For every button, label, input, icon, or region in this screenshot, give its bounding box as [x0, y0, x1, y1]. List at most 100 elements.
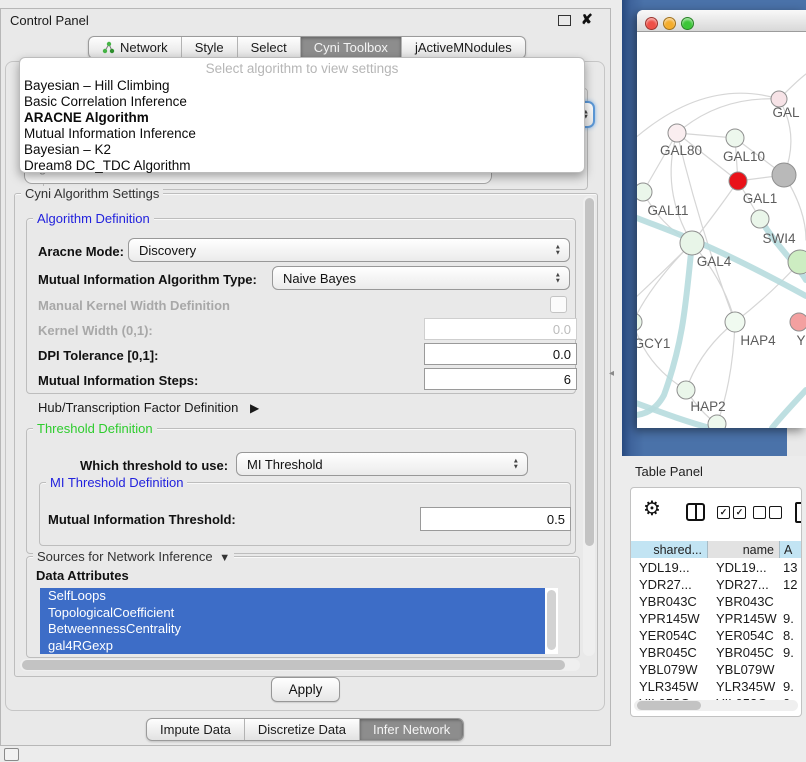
attribute-item[interactable]: TopologicalCoefficient — [40, 605, 545, 622]
apply-button[interactable]: Apply — [271, 677, 340, 702]
algorithm-option[interactable]: Dream8 DC_TDC Algorithm — [20, 158, 584, 174]
tab-infer-network[interactable]: Infer Network — [359, 719, 463, 740]
panel-grip-icon[interactable] — [4, 748, 19, 761]
attribute-item[interactable]: gal4RGexp — [40, 638, 545, 655]
network-node[interactable] — [788, 250, 806, 274]
table-cell: YDL19... — [708, 559, 780, 576]
table-row[interactable]: YER054CYER054C8. — [631, 627, 802, 644]
unchecked-box-icon[interactable] — [769, 506, 782, 519]
tab-select[interactable]: Select — [237, 37, 300, 58]
minimize-traffic-light-icon[interactable] — [663, 17, 676, 30]
network-node-gal1[interactable] — [729, 172, 747, 190]
table-row[interactable]: YPR145WYPR145W9. — [631, 610, 802, 627]
algorithm-option[interactable]: ARACNE Algorithm — [20, 110, 584, 126]
network-node-gal4[interactable] — [680, 231, 704, 255]
checked-box-icon[interactable]: ✓ — [733, 506, 746, 519]
tab-label: Cyni Toolbox — [314, 40, 388, 55]
network-node-gcy1[interactable] — [637, 313, 642, 331]
network-node-gal11[interactable] — [637, 183, 652, 201]
settings-vscrollbar-thumb[interactable] — [585, 198, 594, 546]
algorithm-dropdown: Select algorithm to view settings Bayesi… — [19, 57, 585, 173]
algorithm-option[interactable]: Basic Correlation Inference — [20, 94, 584, 110]
desktop-right-gap — [787, 428, 806, 456]
network-edge-thick — [772, 390, 806, 428]
zoom-traffic-light-icon[interactable] — [681, 17, 694, 30]
network-edge — [735, 262, 800, 322]
tab-impute-data[interactable]: Impute Data — [147, 719, 244, 740]
hub-definition-expander[interactable]: Hub/Transcription Factor Definition ▶ — [38, 400, 259, 415]
network-node-hap4[interactable] — [725, 312, 745, 332]
column-header[interactable]: name — [708, 541, 780, 558]
table-cell: YER054C — [708, 627, 780, 644]
which-threshold-label: Which threshold to use: — [80, 458, 228, 473]
algorithm-option[interactable]: Mutual Information Inference — [20, 126, 584, 142]
sources-title-toggle[interactable]: Sources for Network Inference ▼ — [33, 549, 234, 564]
mi-type-label: Mutual Information Algorithm Type: — [38, 272, 257, 287]
aracne-mode-label: Aracne Mode: — [38, 244, 124, 259]
close-traffic-light-icon[interactable] — [645, 17, 658, 30]
table-cell: 8. — [780, 627, 802, 644]
column-header[interactable]: shared... — [631, 541, 708, 558]
split-divider-arrow-icon[interactable]: ◂ — [609, 368, 614, 379]
kernel-width-field[interactable]: 0.0 — [424, 318, 577, 340]
checked-box-icon[interactable]: ✓ — [717, 506, 730, 519]
gear-icon[interactable]: ⚙ — [643, 499, 661, 519]
tab-cyni-toolbox[interactable]: Cyni Toolbox — [300, 37, 401, 58]
network-edge — [637, 93, 779, 150]
network-node-gal80[interactable] — [668, 124, 686, 142]
network-node-hap2[interactable] — [677, 381, 695, 399]
network-node-label: GAL — [772, 105, 800, 120]
network-node[interactable] — [772, 163, 796, 187]
table-row[interactable]: YDR27...YDR27...12 — [631, 576, 802, 593]
network-window-titlebar[interactable] — [637, 10, 806, 32]
network-canvas[interactable]: GALGAL80GAL10GAL1GAL11SWI4GAL4GCY1HAP4YH… — [637, 31, 806, 428]
dpi-tolerance-field[interactable]: 0.0 — [424, 343, 577, 365]
threshold-definition-title: Threshold Definition — [33, 421, 157, 436]
tab-network[interactable]: Network — [89, 37, 181, 58]
table-row[interactable]: YBR045CYBR045C9. — [631, 644, 802, 661]
table-cell: YPR145W — [708, 610, 780, 627]
algorithm-option[interactable]: Bayesian – K2 — [20, 142, 584, 158]
algorithm-option[interactable]: Bayesian – Hill Climbing — [20, 78, 584, 94]
tab-discretize-data[interactable]: Discretize Data — [244, 719, 359, 740]
close-icon[interactable]: ✘ — [581, 11, 593, 28]
table-row[interactable]: YLR345WYLR345W9. — [631, 678, 802, 695]
tab-style[interactable]: Style — [181, 37, 237, 58]
table-row[interactable]: YBL079WYBL079W — [631, 661, 802, 678]
table-row[interactable]: YBR043CYBR043C — [631, 593, 802, 610]
table-row[interactable]: YDL19...YDL19...13 — [631, 559, 802, 576]
mi-steps-field[interactable]: 6 — [424, 368, 577, 390]
table-cell: 9. — [780, 678, 802, 695]
network-node-label: GAL10 — [723, 149, 765, 164]
combo-arrows-icon — [513, 459, 519, 470]
network-node[interactable] — [708, 415, 726, 428]
settings-hscrollbar-thumb[interactable] — [22, 660, 565, 670]
network-node-label: GAL4 — [697, 254, 732, 269]
attribute-item[interactable]: SelfLoops — [40, 588, 545, 605]
mi-threshold-field[interactable]: 0.5 — [420, 507, 571, 531]
attribute-item[interactable]: BetweennessCentrality — [40, 621, 545, 638]
table-cell — [780, 661, 802, 678]
network-node-swi4[interactable] — [751, 210, 769, 228]
which-threshold-select[interactable]: MI Threshold — [236, 452, 528, 476]
table-cell: YLR345W — [708, 678, 780, 695]
table-header: shared... name A — [631, 541, 802, 559]
split-column-icon[interactable] — [686, 503, 705, 521]
mi-type-select[interactable]: Naive Bayes — [272, 266, 570, 290]
network-node-label: HAP2 — [690, 399, 725, 414]
network-node-label: HAP4 — [740, 333, 776, 348]
aracne-mode-select[interactable]: Discovery — [128, 238, 570, 262]
attributes-scrollbar-thumb[interactable] — [547, 590, 556, 650]
network-node-gal10[interactable] — [726, 129, 744, 147]
control-panel-tabs: NetworkStyle Select Cyni Toolbox jActiveMNo… — [88, 36, 526, 59]
manual-kernel-checkbox[interactable] — [550, 296, 567, 313]
tab-label: Select — [251, 40, 287, 55]
tab-jactivemnodules[interactable]: jActiveMNodules — [401, 37, 525, 58]
network-node-y[interactable] — [790, 313, 806, 331]
page-icon[interactable] — [795, 502, 802, 523]
table-hscrollbar-thumb[interactable] — [637, 701, 701, 710]
tab-label: jActiveMNodules — [415, 40, 512, 55]
float-icon[interactable] — [558, 15, 571, 26]
column-header[interactable]: A — [780, 541, 802, 558]
unchecked-box-icon[interactable] — [753, 506, 766, 519]
